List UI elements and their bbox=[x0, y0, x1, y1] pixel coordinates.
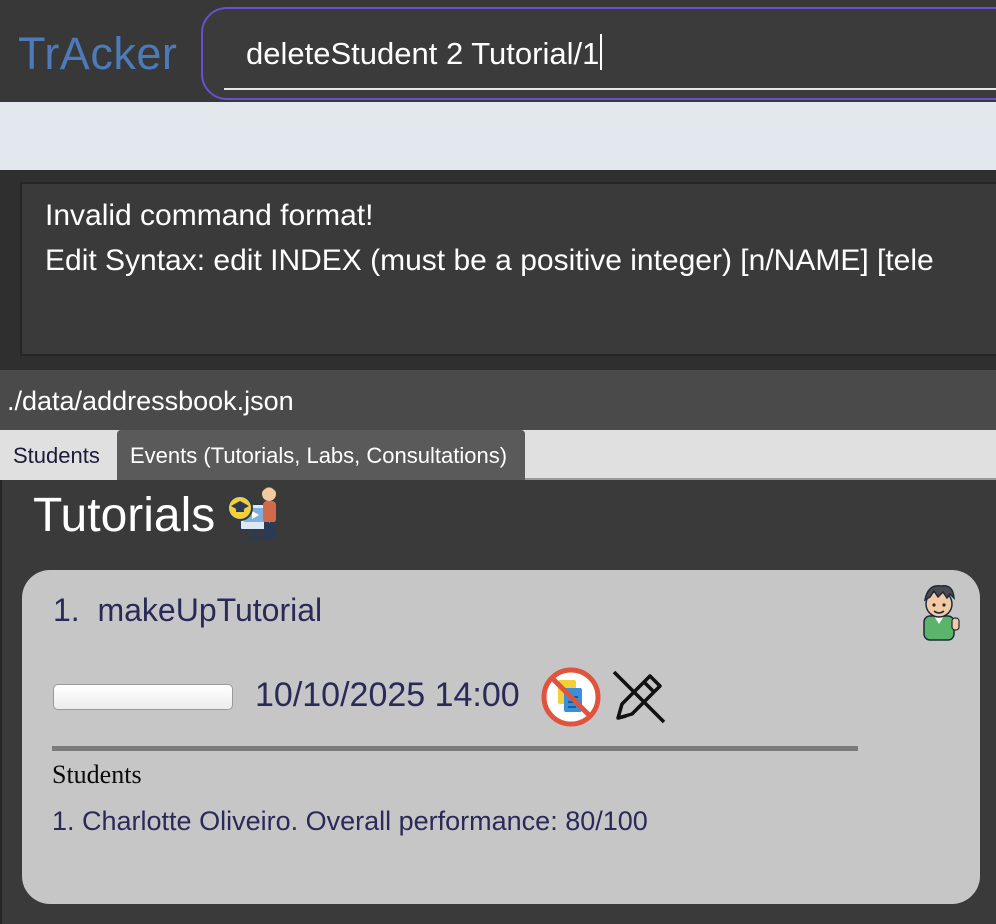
save-location: ./data/addressbook.json bbox=[7, 386, 294, 416]
page-title: Tutorials bbox=[33, 489, 216, 542]
spacer-strip bbox=[0, 102, 996, 170]
event-title: 1. makeUpTutorial bbox=[53, 592, 322, 629]
student-list-item: 1. Charlotte Oliveiro. Overall performan… bbox=[52, 806, 648, 836]
card-divider bbox=[52, 746, 858, 751]
result-line-1: Invalid command format! bbox=[45, 199, 374, 232]
event-index: 1. bbox=[53, 592, 80, 628]
no-document-icon bbox=[540, 666, 602, 732]
tab-events[interactable]: Events (Tutorials, Labs, Consultations) bbox=[117, 430, 525, 480]
students-heading: Students bbox=[52, 760, 142, 789]
command-input-value: deleteStudent 2 Tutorial/1 bbox=[246, 36, 600, 71]
app-title: TrAcker bbox=[18, 28, 178, 79]
attendance-progress-bar bbox=[53, 684, 233, 710]
avatar-icon bbox=[914, 578, 964, 646]
command-input[interactable]: deleteStudent 2 Tutorial/1 bbox=[246, 34, 603, 72]
result-line-2: Edit Syntax: edit INDEX (must be a posit… bbox=[45, 244, 934, 277]
tab-students[interactable]: Students bbox=[0, 430, 117, 480]
event-name: makeUpTutorial bbox=[97, 592, 323, 628]
event-datetime: 10/10/2025 14:00 bbox=[255, 676, 520, 714]
tab-bar: Students Events (Tutorials, Labs, Consul… bbox=[0, 430, 996, 480]
text-caret bbox=[600, 34, 603, 70]
no-edit-icon bbox=[608, 666, 670, 732]
teacher-presentation-icon bbox=[226, 484, 286, 548]
command-underline bbox=[224, 88, 996, 90]
